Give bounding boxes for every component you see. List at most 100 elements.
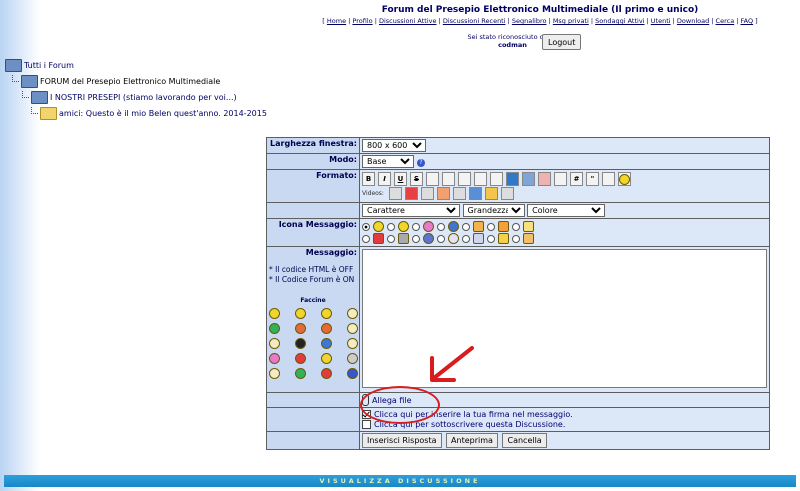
mode-select[interactable]: Base [362,155,414,168]
icon-radio-13[interactable] [487,234,495,243]
video-link-icon[interactable] [500,187,514,200]
align-left-icon[interactable] [442,172,455,186]
face-evil-icon[interactable] [295,323,306,334]
preview-button[interactable]: Anteprima [446,433,498,448]
nav-link-profilo[interactable]: Profilo [352,17,372,25]
align-right-icon[interactable] [474,172,487,186]
icon-radio-11[interactable] [437,234,445,243]
nav-link-segnalibro[interactable]: Segnalibro [512,17,547,25]
underline-button[interactable]: U [394,172,407,186]
help-icon[interactable]: ? [417,158,425,167]
icon-radio-12[interactable] [462,234,470,243]
window-width-select[interactable]: 800 x 600 [362,139,426,152]
icon-radio-3[interactable] [412,222,420,231]
horizontal-rule-icon[interactable] [490,172,503,186]
breadcrumb-all-forums[interactable]: Tutti i Forum [5,59,74,72]
nav-link-cerca[interactable]: Cerca [716,17,735,25]
video-gif-icon[interactable] [484,187,498,200]
buttons-cell: Inserisci Risposta Anteprima Cancella [359,431,770,450]
face-shock-icon[interactable] [269,353,280,364]
icon-radio-9[interactable] [387,234,395,243]
video-iclips-icon[interactable] [452,187,466,200]
subscribe-option[interactable]: Clicca qui per sottoscrivere questa Disc… [362,420,767,429]
face-red-icon[interactable] [295,353,306,364]
heart-icon [373,233,384,244]
nav-link-download[interactable]: Download [677,17,709,25]
italic-button[interactable]: I [378,172,391,186]
face-neutral-icon[interactable] [347,353,358,364]
face-green-icon[interactable] [269,323,280,334]
code-icon[interactable]: # [570,172,583,186]
face-clown-icon[interactable] [295,308,306,319]
nav-link-discussioni-recenti[interactable]: Discussioni Recenti [443,17,506,25]
face-devil-icon[interactable] [321,368,332,379]
face-angry-icon[interactable] [321,323,332,334]
face-sad-icon[interactable] [321,353,332,364]
face-dead-icon[interactable] [269,368,280,379]
align-center-icon[interactable] [458,172,471,186]
cool-icon [398,221,409,232]
footer-bar: VISUALIZZA DISCUSSIONE [4,475,796,487]
face-sick-icon[interactable] [295,368,306,379]
icon-radio-4[interactable] [437,222,445,231]
icon-radio-14[interactable] [512,234,520,243]
music-icon [473,233,484,244]
list-icon[interactable] [602,172,615,186]
icon-radio-8[interactable] [362,234,370,243]
folder-open-icon [21,75,38,88]
nav-link-faq[interactable]: FAQ [741,17,754,25]
breadcrumb-category[interactable]: I NOSTRI PRESEPI (stiamo lavorando per v… [22,91,237,104]
strike-button[interactable]: S [410,172,423,186]
globe-link-icon[interactable] [506,172,519,186]
nav-link-utenti[interactable]: Utenti [651,17,671,25]
size-select[interactable]: Grandezza [462,204,525,217]
face-question-icon[interactable] [347,368,358,379]
forum-title: Forum del Presepio Elettronico Multimedi… [381,5,699,15]
face-blue-icon[interactable] [321,338,332,349]
window-width-cell: 800 x 600 [359,137,770,154]
breadcrumb-forum[interactable]: FORUM del Presepio Elettronico Multimedi… [12,75,220,88]
video-google-g-icon[interactable] [468,187,482,200]
nav-link-sondaggi[interactable]: Sondaggi Attivi [595,17,644,25]
breadcrumb-topic[interactable]: amici: Questo è il mio Belen quest'anno.… [31,107,267,120]
icon-radio-10[interactable] [412,234,420,243]
video-youtube-icon[interactable] [404,187,418,200]
faccine-title: Faccine [300,297,326,304]
smiley-insert-icon[interactable] [618,172,631,186]
face-eightball-icon[interactable] [295,338,306,349]
spoiler-icon[interactable] [426,172,439,186]
icon-radio-2[interactable] [387,222,395,231]
font-select[interactable]: Carattere [362,204,460,217]
cancel-button[interactable]: Cancella [502,433,547,448]
email-icon[interactable] [522,172,535,186]
image-icon[interactable] [538,172,551,186]
bold-button[interactable]: B [362,172,375,186]
icon-radio-1[interactable] [362,222,370,231]
nav-link-home[interactable]: Home [327,17,346,25]
video-metacafe-icon[interactable] [436,187,450,200]
color-select[interactable]: Colore [527,204,606,217]
font-cell: Carattere Grandezza Colore [359,202,770,219]
face-smile-icon[interactable] [269,308,280,319]
pointer-icon [473,221,484,232]
video-other-icon[interactable] [420,187,434,200]
video-google-icon[interactable] [388,187,402,200]
icon-radio-6[interactable] [487,222,495,231]
message-label: Messaggio: [305,248,357,257]
logout-button[interactable]: Logout [542,34,582,50]
tree-line [22,91,29,98]
nav-link-discussioni-attive[interactable]: Discussioni Attive [379,17,437,25]
face-shy-icon[interactable] [269,338,280,349]
face-sleepy-icon[interactable] [347,338,358,349]
quote-icon[interactable]: " [586,172,599,186]
flash-icon[interactable] [554,172,567,186]
subscribe-checkbox[interactable] [362,420,371,429]
icon-radio-7[interactable] [512,222,520,231]
face-cool-icon[interactable] [321,308,332,319]
nav-link-msg-privati[interactable]: Msg privati [553,17,589,25]
mode-label: Modo: [266,153,360,170]
face-kiss-icon[interactable] [347,323,358,334]
submit-reply-button[interactable]: Inserisci Risposta [362,433,442,448]
icon-radio-5[interactable] [462,222,470,231]
face-blush-icon[interactable] [347,308,358,319]
